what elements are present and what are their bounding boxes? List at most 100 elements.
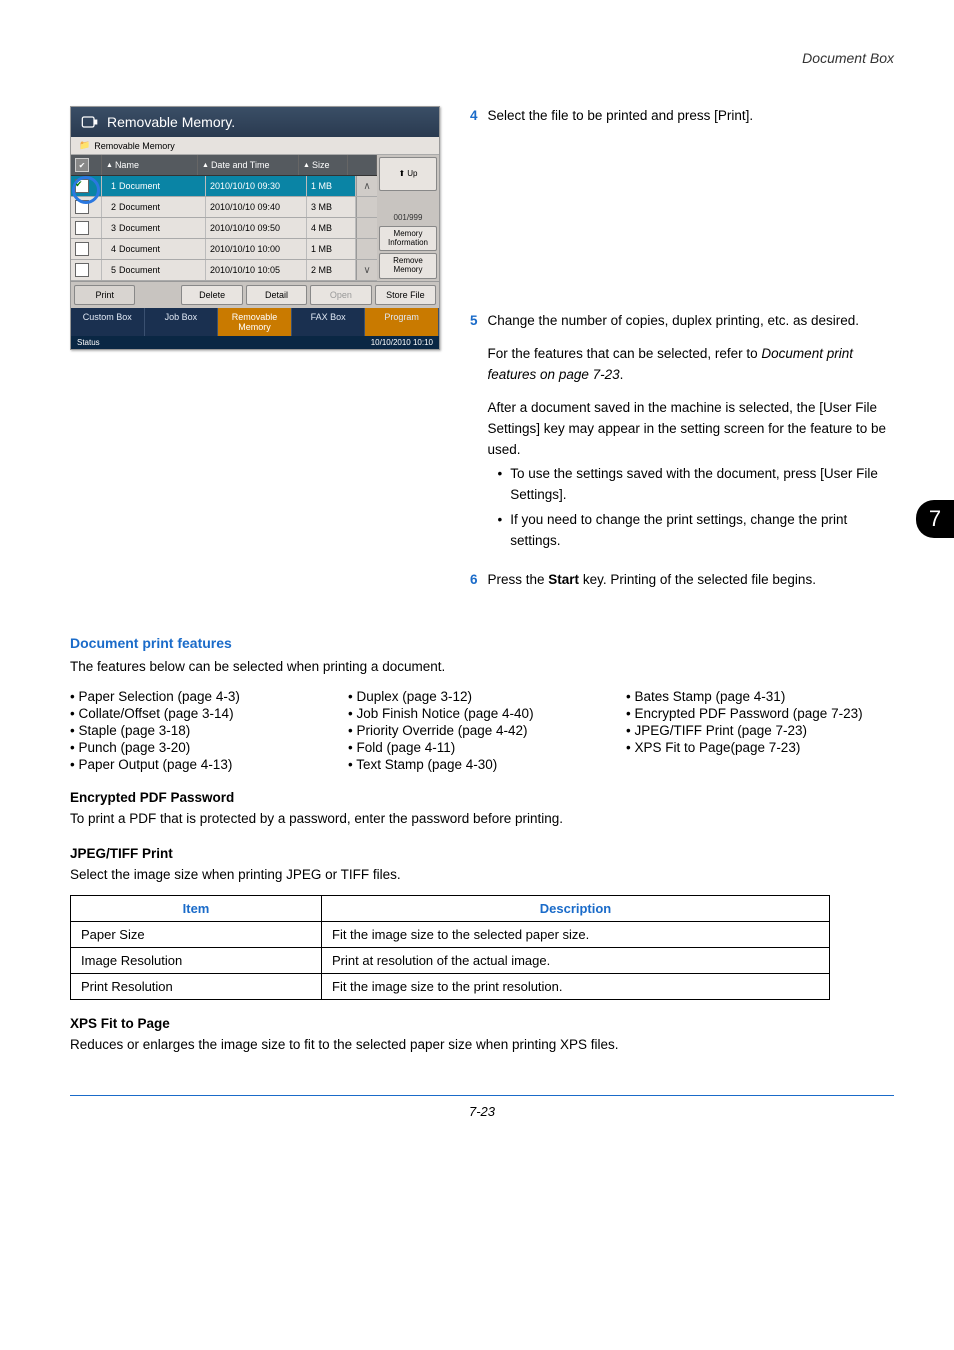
feature-item: • Fold (page 4-11) [348, 740, 616, 755]
scroll-track-button[interactable] [356, 239, 377, 259]
col-header-name[interactable]: ▲Name [102, 155, 198, 175]
bullet-icon: • [498, 464, 503, 506]
step-sub-text: If you need to change the print settings… [510, 510, 894, 552]
detail-button[interactable]: Detail [246, 285, 307, 305]
body-paragraph: Select the image size when printing JPEG… [70, 865, 894, 885]
tab-program[interactable]: Program [365, 308, 439, 336]
step-number: 4 [470, 106, 478, 127]
cell-date: 2010/10/10 10:05 [206, 260, 307, 280]
col-header-date[interactable]: ▲Date and Time [198, 155, 299, 175]
sub-heading: Encrypted PDF Password [70, 790, 894, 805]
body-paragraph: Reduces or enlarges the image size to fi… [70, 1035, 894, 1055]
sort-icon: ▲ [303, 162, 310, 169]
cell-item: Paper Size [71, 921, 322, 947]
status-time: 10/10/2010 10:10 [371, 338, 433, 347]
step-text: Change the number of copies, duplex prin… [488, 311, 894, 332]
feature-item: • Encrypted PDF Password (page 7-23) [626, 706, 894, 721]
step-number: 5 [470, 311, 478, 556]
step-text: For the features that can be selected, r… [488, 344, 894, 386]
cell-date: 2010/10/10 09:30 [206, 176, 307, 196]
cell-size: 3 MB [307, 197, 356, 217]
tab-fax-box[interactable]: FAX Box [292, 308, 366, 336]
jpeg-tiff-table: Item Description Paper SizeFit the image… [70, 895, 830, 1000]
table-row[interactable]: 5 Document2010/10/10 10:052 MB∨ [71, 260, 377, 281]
tab-removable-memory[interactable]: Removable Memory [218, 308, 292, 336]
table-row[interactable]: 2 Document2010/10/10 09:403 MB [71, 197, 377, 218]
section-heading: Document print features [70, 635, 894, 651]
breadcrumb-text: Removable Memory [94, 141, 175, 151]
feature-item: • XPS Fit to Page(page 7-23) [626, 740, 894, 755]
cell-name: 3 Document [102, 218, 206, 238]
scroll-down-button[interactable]: ∨ [356, 260, 377, 280]
cell-desc: Fit the image size to the selected paper… [322, 921, 830, 947]
feature-column: • Duplex (page 3-12)• Job Finish Notice … [348, 687, 616, 774]
cell-name: 4 Document [102, 239, 206, 259]
open-button[interactable]: Open [310, 285, 371, 305]
up-button[interactable]: ⬆Up [379, 157, 437, 191]
scroll-up-button[interactable]: ∧ [356, 176, 377, 196]
row-checkbox[interactable] [75, 242, 89, 256]
memory-info-button[interactable]: Memory Information [379, 226, 437, 252]
up-arrow-icon: ⬆ [399, 170, 406, 179]
body-paragraph: To print a PDF that is protected by a pa… [70, 809, 894, 829]
cell-size: 1 MB [307, 239, 356, 259]
row-checkbox[interactable] [75, 179, 89, 193]
table-header-desc: Description [322, 895, 830, 921]
sort-icon: ▲ [106, 162, 113, 169]
col-header-size[interactable]: ▲Size [299, 155, 348, 175]
feature-item: • Staple (page 3-18) [70, 723, 338, 738]
sub-heading: JPEG/TIFF Print [70, 846, 894, 861]
cell-size: 4 MB [307, 218, 356, 238]
cell-item: Image Resolution [71, 947, 322, 973]
table-header: ▲Name ▲Date and Time ▲Size [71, 155, 377, 176]
feature-item: • Text Stamp (page 4-30) [348, 757, 616, 772]
chapter-tab: 7 [916, 500, 954, 538]
table-header-item: Item [71, 895, 322, 921]
table-row[interactable]: 3 Document2010/10/10 09:504 MB [71, 218, 377, 239]
feature-item: • Duplex (page 3-12) [348, 689, 616, 704]
step-sub-text: To use the settings saved with the docum… [510, 464, 894, 506]
page-count: 001/999 [379, 211, 437, 224]
page-number: 7-23 [70, 1096, 894, 1119]
breadcrumb[interactable]: 📁 Removable Memory [71, 137, 439, 155]
cell-item: Print Resolution [71, 973, 322, 999]
page-header: Document Box [70, 50, 894, 66]
scroll-track-button[interactable] [356, 218, 377, 238]
status-label[interactable]: Status [77, 338, 100, 347]
feature-item: • Paper Selection (page 4-3) [70, 689, 338, 704]
cell-name: 2 Document [102, 197, 206, 217]
store-file-button[interactable]: Store File [375, 285, 436, 305]
step-text: Select the file to be printed and press … [488, 106, 894, 127]
tab-job-box[interactable]: Job Box [145, 308, 219, 336]
row-checkbox[interactable] [75, 221, 89, 235]
scroll-track-button[interactable] [356, 197, 377, 217]
cell-name: 5 Document [102, 260, 206, 280]
table-row[interactable]: 1 Document2010/10/10 09:301 MB∧ [71, 176, 377, 197]
cell-size: 2 MB [307, 260, 356, 280]
cell-name: 1 Document [102, 176, 206, 196]
sort-icon: ▲ [202, 162, 209, 169]
feature-item: • Priority Override (page 4-42) [348, 723, 616, 738]
section-intro: The features below can be selected when … [70, 657, 894, 677]
cell-date: 2010/10/10 10:00 [206, 239, 307, 259]
status-bar: Status 10/10/2010 10:10 [71, 336, 439, 349]
feature-item: • Paper Output (page 4-13) [70, 757, 338, 772]
usb-icon [79, 112, 99, 132]
feature-column: • Paper Selection (page 4-3) • Collate/Of… [70, 687, 338, 774]
cell-desc: Print at resolution of the actual image. [322, 947, 830, 973]
feature-item: • JPEG/TIFF Print (page 7-23) [626, 723, 894, 738]
select-all-checkbox[interactable] [75, 158, 89, 172]
table-row[interactable]: 4 Document2010/10/10 10:001 MB [71, 239, 377, 260]
folder-icon: 📁 [79, 140, 90, 151]
table-row: Paper SizeFit the image size to the sele… [71, 921, 830, 947]
remove-memory-button[interactable]: Remove Memory [379, 253, 437, 279]
step-number: 6 [470, 570, 478, 591]
print-button[interactable]: Print [74, 285, 135, 305]
tab-custom-box[interactable]: Custom Box [71, 308, 145, 336]
delete-button[interactable]: Delete [181, 285, 242, 305]
removable-memory-panel: Removable Memory. 📁 Removable Memory ▲Na… [70, 106, 440, 350]
row-checkbox[interactable] [75, 263, 89, 277]
feature-item: • Collate/Offset (page 3-14) [70, 706, 338, 721]
cell-date: 2010/10/10 09:40 [206, 197, 307, 217]
step-text: Press the Start key. Printing of the sel… [488, 570, 894, 591]
